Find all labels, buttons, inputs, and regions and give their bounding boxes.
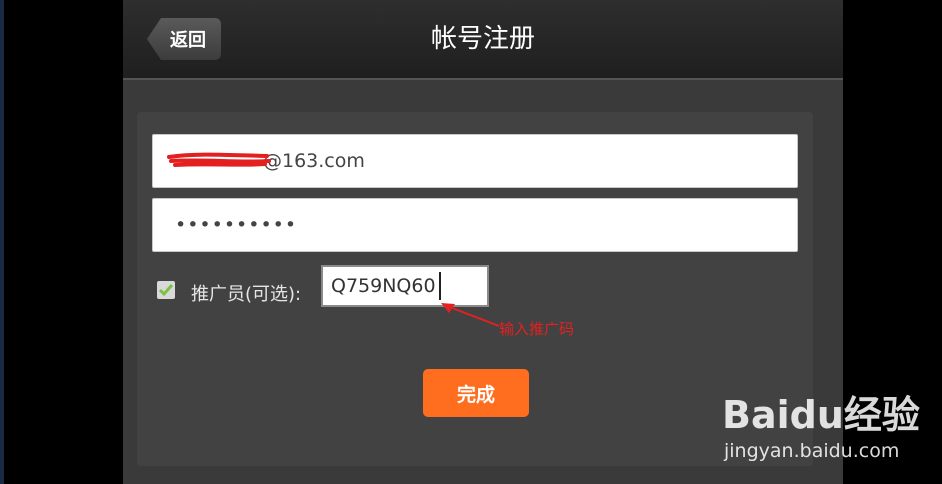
checkmark-icon [158, 284, 174, 297]
registration-form: @163.com •••••••••• 推广员(可选): Q759NQ60 输入… [137, 112, 813, 466]
left-edge [0, 0, 4, 484]
promoter-label: 推广员(可选): [191, 284, 302, 305]
text-caret [438, 272, 441, 300]
email-value: @163.com [263, 150, 365, 172]
done-button[interactable]: 完成 [423, 369, 529, 417]
top-bar: 返回 帐号注册 [123, 0, 843, 80]
redaction-scribble [167, 152, 271, 167]
promoter-code-value: Q759NQ60 [331, 275, 436, 297]
annotation-arrow-icon [441, 303, 500, 327]
baidu-logo: Baidu经验 [722, 393, 920, 437]
watermark-url: jingyan.baidu.com [724, 440, 900, 462]
baidu-watermark: Baidu经验 jingyan.baidu.com [722, 384, 922, 464]
password-field[interactable]: •••••••••• [152, 198, 798, 252]
promoter-checkbox[interactable] [157, 281, 175, 299]
annotation-text: 输入推广码 [499, 320, 575, 338]
page-title: 帐号注册 [430, 24, 535, 54]
password-value: •••••••••• [175, 214, 298, 236]
email-field[interactable]: @163.com [152, 134, 798, 188]
